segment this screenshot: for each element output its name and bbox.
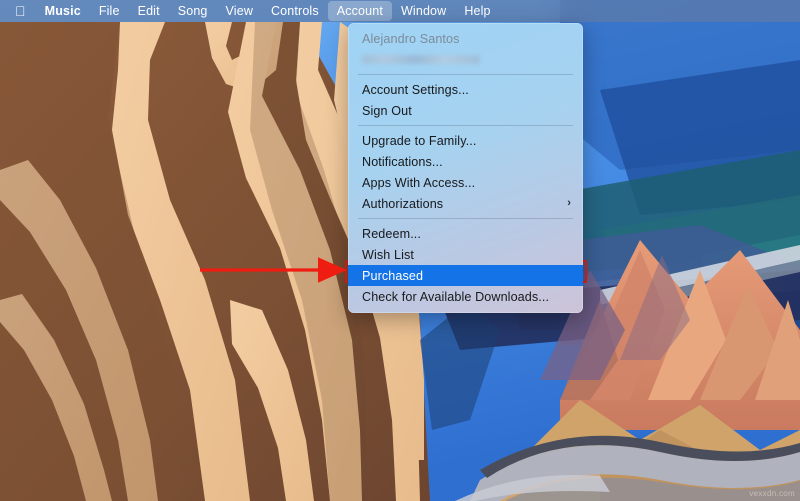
menu-item-account-name: Alejandro Santos (348, 28, 583, 49)
account-dropdown-menu: Alejandro Santos Account Settings... Sig… (348, 23, 583, 313)
menu-item-apps-with-access[interactable]: Apps With Access... (348, 172, 583, 193)
menu-item-notifications[interactable]: Notifications... (348, 151, 583, 172)
menu-item-upgrade-to-family[interactable]: Upgrade to Family... (348, 130, 583, 151)
menu-item-label: Authorizations (362, 196, 444, 211)
menubar-item-window[interactable]: Window (392, 1, 455, 21)
desktop-screen:  Music File Edit Song View Controls Acc… (0, 0, 800, 501)
menu-item-label: Check for Available Downloads... (362, 289, 550, 304)
menu-item-label: Wish List (362, 247, 414, 262)
menu-separator-3 (358, 218, 573, 219)
menu-item-account-settings[interactable]: Account Settings... (348, 79, 583, 100)
watermark-text: vexxdn.com (749, 489, 795, 498)
menu-item-redeem[interactable]: Redeem... (348, 223, 583, 244)
menu-separator-2 (358, 125, 573, 126)
menu-item-sign-out[interactable]: Sign Out (348, 100, 583, 121)
account-email-redacted (362, 55, 480, 64)
menubar-item-song[interactable]: Song (169, 1, 217, 21)
menubar-item-edit[interactable]: Edit (129, 1, 169, 21)
menubar-item-music[interactable]: Music (36, 1, 90, 21)
apple-logo-icon[interactable]:  (9, 1, 36, 21)
menu-bar:  Music File Edit Song View Controls Acc… (0, 0, 800, 22)
menu-item-label: Apps With Access... (362, 175, 476, 190)
menu-item-label: Purchased (362, 268, 424, 283)
menu-item-check-for-available-downloads[interactable]: Check for Available Downloads... (348, 286, 583, 307)
chevron-right-icon: › (567, 197, 571, 209)
menu-separator-1 (358, 74, 573, 75)
menu-item-label: Upgrade to Family... (362, 133, 477, 148)
menubar-item-view[interactable]: View (217, 1, 262, 21)
menu-item-label: Sign Out (362, 103, 412, 118)
menu-item-label: Notifications... (362, 154, 443, 169)
account-name-label: Alejandro Santos (362, 31, 460, 46)
menu-item-label: Account Settings... (362, 82, 469, 97)
menu-item-label: Redeem... (362, 226, 421, 241)
menu-item-purchased[interactable]: Purchased (348, 265, 583, 286)
menubar-item-help[interactable]: Help (455, 1, 499, 21)
menubar-item-account[interactable]: Account (327, 1, 392, 21)
menu-item-authorizations[interactable]: Authorizations › (348, 193, 583, 214)
menu-item-wish-list[interactable]: Wish List (348, 244, 583, 265)
menubar-item-file[interactable]: File (90, 1, 129, 21)
menubar-item-controls[interactable]: Controls (262, 1, 328, 21)
menu-item-account-email (348, 49, 583, 70)
